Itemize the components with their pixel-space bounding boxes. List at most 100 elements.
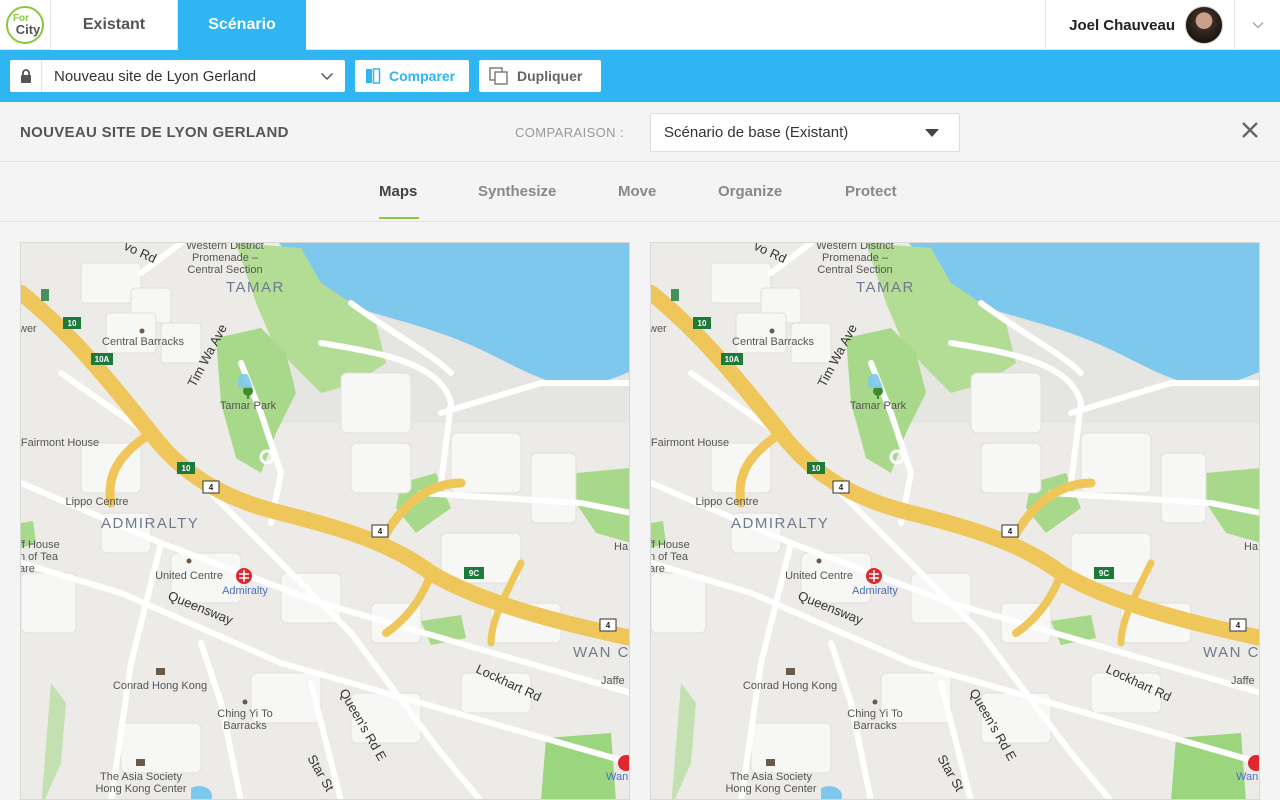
place-label: Hong Kong Center [95, 783, 186, 795]
comparison-selected: Scénario de base (Existant) [664, 124, 849, 141]
place-label: Conrad Hong Kong [743, 680, 837, 692]
route-shield: 9C [1099, 569, 1109, 578]
avatar [1185, 6, 1223, 44]
hotel-icon [786, 668, 795, 675]
route-shield: 10 [812, 464, 821, 473]
place-label: Wan [1236, 771, 1258, 783]
place-label: Promenade – [822, 252, 889, 264]
place-label: n of Tea [21, 551, 59, 563]
site-name: Nouveau site de Lyon Gerland [54, 67, 257, 85]
district-label: ADMIRALTY [731, 515, 829, 532]
logo-line2: City [15, 21, 41, 37]
place-label: ff House [651, 539, 690, 551]
place-label: Western District [816, 243, 893, 252]
compare-label: Comparer [389, 68, 456, 84]
metro-icon [236, 568, 252, 584]
route-shield: 4 [839, 483, 844, 492]
comparison-select[interactable]: Scénario de base (Existant) [650, 113, 960, 152]
tab-scenario[interactable]: Scénario [178, 0, 306, 50]
place-label: Central Section [187, 264, 262, 276]
place-label: Fairmont House [21, 437, 99, 449]
place-label: United Centre [155, 570, 223, 582]
place-label: The Asia Society [100, 771, 182, 783]
place-label: wer [21, 323, 37, 335]
place-label: Central Section [817, 264, 892, 276]
route-shield: 10 [68, 319, 77, 328]
comparison-header: NOUVEAU SITE DE LYON GERLAND COMPARAISON… [0, 102, 1280, 162]
close-button[interactable] [1240, 120, 1260, 140]
place-label: Ha [1244, 541, 1259, 553]
route-shield: 10A [95, 355, 110, 364]
user-name: Joel Chauveau [1069, 16, 1175, 34]
place-label: wer [651, 323, 667, 335]
place-label: Barracks [853, 720, 897, 732]
place-label: Jaffe [601, 675, 625, 687]
tab-maps[interactable]: Maps [379, 183, 417, 200]
map-panel-left[interactable]: 10 10A 10 4 4 9C 4 TAMAR ADMIRALTY WAN C… [20, 242, 630, 800]
close-icon [1242, 122, 1258, 138]
place-label: Central Barracks [102, 336, 184, 348]
place-label: The Asia Society [730, 771, 812, 783]
place-label: Barracks [223, 720, 267, 732]
place-label: Ha [614, 541, 629, 553]
map-canvas[interactable]: 10 10A 10 4 4 9C 4 TAMAR ADMIRALTY WAN C… [21, 243, 630, 800]
place-label: Promenade – [192, 252, 259, 264]
tab-synthesize[interactable]: Synthesize [478, 183, 556, 200]
district-label: TAMAR [856, 279, 915, 296]
place-label: Lippo Centre [66, 496, 129, 508]
compare-icon [366, 68, 381, 84]
museum-icon [766, 759, 775, 766]
scenario-toolbar: Nouveau site de Lyon Gerland Comparer Du… [0, 50, 1280, 102]
place-label: are [651, 563, 665, 575]
place-label: Wan [606, 771, 628, 783]
page-title: NOUVEAU SITE DE LYON GERLAND [20, 124, 289, 141]
district-label: ADMIRALTY [101, 515, 199, 532]
place-label: Jaffe [1231, 675, 1255, 687]
museum-icon [136, 759, 145, 766]
caret-down-icon [925, 129, 939, 137]
place-label: Tamar Park [220, 400, 277, 412]
route-shield: 4 [209, 483, 214, 492]
route-shield: 4 [1236, 621, 1241, 630]
duplicate-label: Dupliquer [517, 68, 583, 84]
user-profile[interactable]: Joel Chauveau [1045, 0, 1234, 50]
map-panel-right[interactable]: 10 10A 10 4 4 9C 4 TAMAR ADMIRALTY WAN C… [650, 242, 1260, 800]
place-label: Tamar Park [850, 400, 907, 412]
route-shield: 4 [1008, 527, 1013, 536]
place-label: ff House [21, 539, 60, 551]
tab-organize[interactable]: Organize [718, 183, 782, 200]
tab-protect[interactable]: Protect [845, 183, 897, 200]
poi-marker [769, 328, 775, 334]
district-label: WAN C [1203, 644, 1260, 661]
hotel-icon [156, 668, 165, 675]
place-label: Conrad Hong Kong [113, 680, 207, 692]
compare-button[interactable]: Comparer [355, 60, 469, 92]
place-label: Central Barracks [732, 336, 814, 348]
map-canvas[interactable]: 10 10A 10 4 4 9C 4 TAMAR ADMIRALTY WAN C… [651, 243, 1260, 800]
route-shield: 10 [698, 319, 707, 328]
user-menu-button[interactable] [1234, 0, 1280, 50]
place-label: Ching Yi To [847, 708, 902, 720]
site-select[interactable]: Nouveau site de Lyon Gerland [10, 60, 345, 92]
chevron-down-icon [309, 72, 345, 81]
duplicate-icon [489, 67, 508, 85]
app-logo[interactable]: For City [0, 0, 51, 50]
route-shield: 10A [725, 355, 740, 364]
place-label: are [21, 563, 35, 575]
metro-icon [866, 568, 882, 584]
active-tab-indicator [379, 217, 419, 219]
place-label: United Centre [785, 570, 853, 582]
district-label: WAN C [573, 644, 630, 661]
comparison-label: COMPARAISON : [515, 125, 624, 140]
place-label: Hong Kong Center [725, 783, 816, 795]
place-label: Fairmont House [651, 437, 729, 449]
route-shield: 4 [378, 527, 383, 536]
tab-move[interactable]: Move [618, 183, 656, 200]
place-label: Lippo Centre [696, 496, 759, 508]
tab-existant[interactable]: Existant [51, 0, 178, 50]
chevron-down-icon [1251, 21, 1264, 29]
poi-marker [139, 328, 145, 334]
place-label: n of Tea [651, 551, 689, 563]
duplicate-button[interactable]: Dupliquer [479, 60, 601, 92]
